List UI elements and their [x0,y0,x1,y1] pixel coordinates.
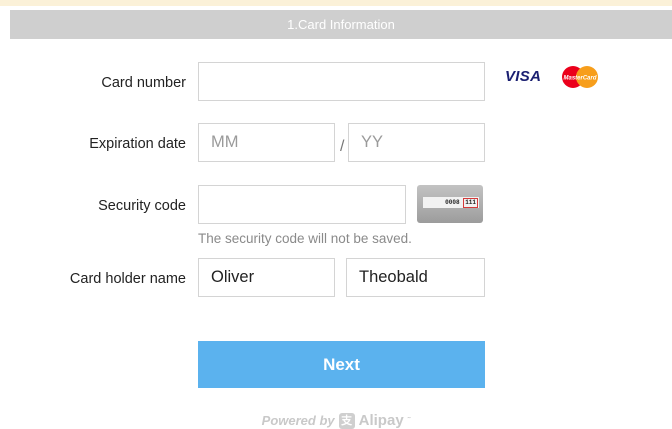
card-number-input[interactable] [198,62,485,101]
alipay-icon: 支 [338,412,355,429]
expiration-year-input[interactable] [348,123,485,162]
card-signature-band: 0008 111 [423,197,479,208]
visa-logo: VISA [505,68,542,85]
powered-by-footer: Powered by 支 Alipay ˜ [0,412,672,429]
card-number-label: Card number [101,75,186,91]
security-note: The security code will not be saved. [198,231,412,246]
security-code-label: Security code [98,198,186,214]
card-example-cvv: 111 [463,198,478,208]
card-example-number: 0008 [445,199,460,206]
expiration-separator: / [340,138,345,155]
last-name-input[interactable] [346,258,485,297]
trademark-mark: ˜ [407,416,411,425]
first-name-input[interactable] [198,258,335,297]
expiration-month-input[interactable] [198,123,335,162]
section-header: 1.Card Information [10,10,672,39]
mastercard-text: MasterCard [563,76,596,82]
powered-by-text: Powered by [261,413,335,428]
expiration-label: Expiration date [89,136,186,152]
section-title: 1.Card Information [287,17,395,32]
card-holder-label: Card holder name [69,271,186,287]
alipay-brand: Alipay [358,412,404,429]
mastercard-logo: MasterCard [562,66,598,88]
next-button[interactable]: Next [198,341,485,388]
top-strip [0,0,672,6]
security-code-input[interactable] [198,185,406,224]
card-back-icon: 0008 111 [417,185,483,223]
